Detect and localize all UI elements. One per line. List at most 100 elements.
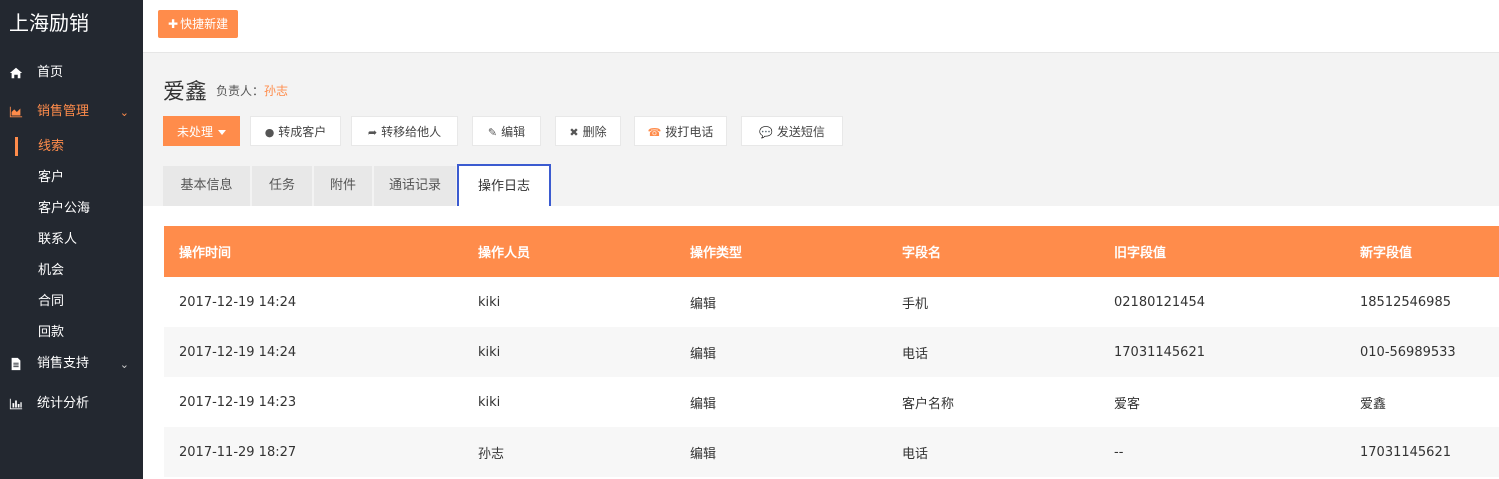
transfer-button[interactable]: ➦ 转移给他人 [351,116,458,146]
status-label: 未处理 [176,125,213,139]
tab-call-records[interactable]: 通话记录 [374,166,457,206]
button-label: 转移给他人 [381,125,442,139]
table-cell: 2017-12-19 14:24 [179,294,297,310]
sales-submenu: 线索 客户 客户公海 联系人 机会 合同 回款 [0,131,143,348]
column-header: 操作类型 [690,246,743,261]
comment-icon: 💬 [759,126,773,139]
column-header: 字段名 [902,246,942,261]
table-cell: 手机 [902,296,929,312]
table-cell: 爱鑫 [1360,396,1387,412]
sidebar-item-label: 统计分析 [37,396,90,411]
submenu-label: 联系人 [38,232,78,247]
table-row: 2017-12-19 14:23 kiki 编辑 客户名称 爱客 爱鑫 [164,377,1499,427]
top-bar: ✚ 快捷新建 [143,0,1499,53]
delete-button[interactable]: ✖ 删除 [555,116,621,146]
operation-log-table: 操作时间 操作人员 操作类型 字段名 旧字段值 新字段值 2017-12-19 14:24… [164,226,1499,477]
sidebar-nav-bottom: 销售支持 ⌄ 统计分析 [0,348,143,428]
column-header: 操作人员 [478,246,531,261]
sidebar-item-sales-management[interactable]: 销售管理 ⌄ [0,92,143,132]
table-cell: kiki [478,344,501,360]
column-header: 操作时间 [179,246,232,261]
table-cell: 编辑 [690,446,717,462]
table-cell: 02180121454 [1114,294,1205,310]
submenu-item-opportunities[interactable]: 机会 [0,255,143,286]
owner-info: 负责人：孙志 [216,82,288,99]
sidebar-item-label: 销售管理 [37,104,90,119]
phone-icon: ☎ [647,126,662,139]
table-cell: 客户名称 [902,396,955,412]
close-icon: ✖ [569,126,579,139]
table-cell: 2017-11-29 18:27 [179,444,297,460]
table-cell: 18512546985 [1360,294,1451,310]
tab-basic-info[interactable]: 基本信息 [163,166,251,206]
table-cell: 2017-12-19 14:24 [179,344,297,360]
sidebar-item-sales-support[interactable]: 销售支持 ⌄ [0,344,143,384]
home-icon [8,65,24,81]
tab-attachments[interactable]: 附件 [314,166,373,206]
brand-title: 上海励销 [9,11,89,35]
table-cell: 编辑 [690,396,717,412]
column-header: 新字段值 [1360,246,1413,261]
plus-icon: ✚ [168,17,179,31]
table-cell: 17031145621 [1114,344,1205,360]
sidebar-item-label: 销售支持 [37,356,90,371]
table-cell: kiki [478,394,501,410]
submenu-label: 合同 [38,294,65,309]
table-cell: 010-56989533 [1360,344,1456,360]
record-header: 爱鑫 负责人：孙志 未处理 ● 转成客户 ➦ 转移给他人 ✎ 编辑 ✖ 删除 ☎ 拨打电话… [143,54,1499,210]
button-label: 发送短信 [776,125,825,139]
chevron-down-icon: ⌄ [119,358,129,371]
sidebar-item-statistics[interactable]: 统计分析 [0,384,143,424]
file-icon [8,356,24,372]
sidebar-item-home[interactable]: 首页 [0,53,143,93]
quick-new-button[interactable]: ✚ 快捷新建 [158,10,239,38]
edit-icon: ✎ [487,126,498,139]
table-row: 2017-11-29 18:27 孙志 编辑 电话 -- 17031145621 [164,427,1499,477]
share-icon: ➦ [367,126,378,139]
quick-new-label: 快捷新建 [180,17,229,31]
submenu-label: 客户 [38,170,65,185]
submenu-item-contacts[interactable]: 联系人 [0,224,143,255]
tab-operation-log[interactable]: 操作日志 [457,164,551,210]
sidebar: 上海励销 首页 销售管理 ⌄ 线索 客户 客户公海 联系人 机会 合同 回款 销… [0,0,143,479]
user-icon: ● [264,126,275,139]
table-cell: 电话 [902,346,929,362]
submenu-label: 客户公海 [38,201,91,216]
bar-chart-icon [8,396,24,412]
submenu-item-customer-pool[interactable]: 客户公海 [0,193,143,224]
submenu-item-contracts[interactable]: 合同 [0,286,143,317]
submenu-item-customers[interactable]: 客户 [0,162,143,193]
table-cell: 电话 [902,446,929,462]
submenu-item-leads[interactable]: 线索 [0,131,143,162]
submenu-label: 回款 [38,325,65,340]
sidebar-nav: 首页 销售管理 ⌄ [0,46,143,126]
caret-down-icon [218,130,226,135]
edit-button[interactable]: ✎ 编辑 [472,116,541,146]
sidebar-item-label: 首页 [37,65,64,80]
content-panel: 操作时间 操作人员 操作类型 字段名 旧字段值 新字段值 2017-12-19 14:24… [143,206,1499,479]
button-label: 拨打电话 [665,125,714,139]
table-cell: 编辑 [690,346,717,362]
tab-tasks[interactable]: 任务 [252,166,313,206]
area-chart-icon [8,104,24,120]
button-label: 编辑 [501,125,526,139]
table-cell: 爱客 [1114,396,1141,412]
submenu-label: 线索 [38,139,65,154]
table-cell: 17031145621 [1360,444,1451,460]
owner-name[interactable]: 孙志 [264,84,288,98]
owner-label: 负责人： [216,84,265,98]
table-header: 操作时间 操作人员 操作类型 字段名 旧字段值 新字段值 [164,226,1499,277]
status-dropdown-button[interactable]: 未处理 [163,116,240,146]
button-label: 转成客户 [278,125,327,139]
table-cell: 2017-12-19 14:23 [179,394,297,410]
convert-to-customer-button[interactable]: ● 转成客户 [250,116,341,146]
table-row: 2017-12-19 14:24 kiki 编辑 电话 17031145621 010-5… [164,327,1499,377]
send-sms-button[interactable]: 💬 发送短信 [741,116,843,146]
column-header: 旧字段值 [1114,246,1167,261]
chevron-down-icon: ⌄ [119,106,129,119]
call-button[interactable]: ☎ 拨打电话 [634,116,727,146]
submenu-label: 机会 [38,263,65,278]
table-row: 2017-12-19 14:24 kiki 编辑 手机 02180121454 18512… [164,277,1499,327]
button-label: 删除 [582,125,607,139]
table-cell: 孙志 [478,446,505,462]
